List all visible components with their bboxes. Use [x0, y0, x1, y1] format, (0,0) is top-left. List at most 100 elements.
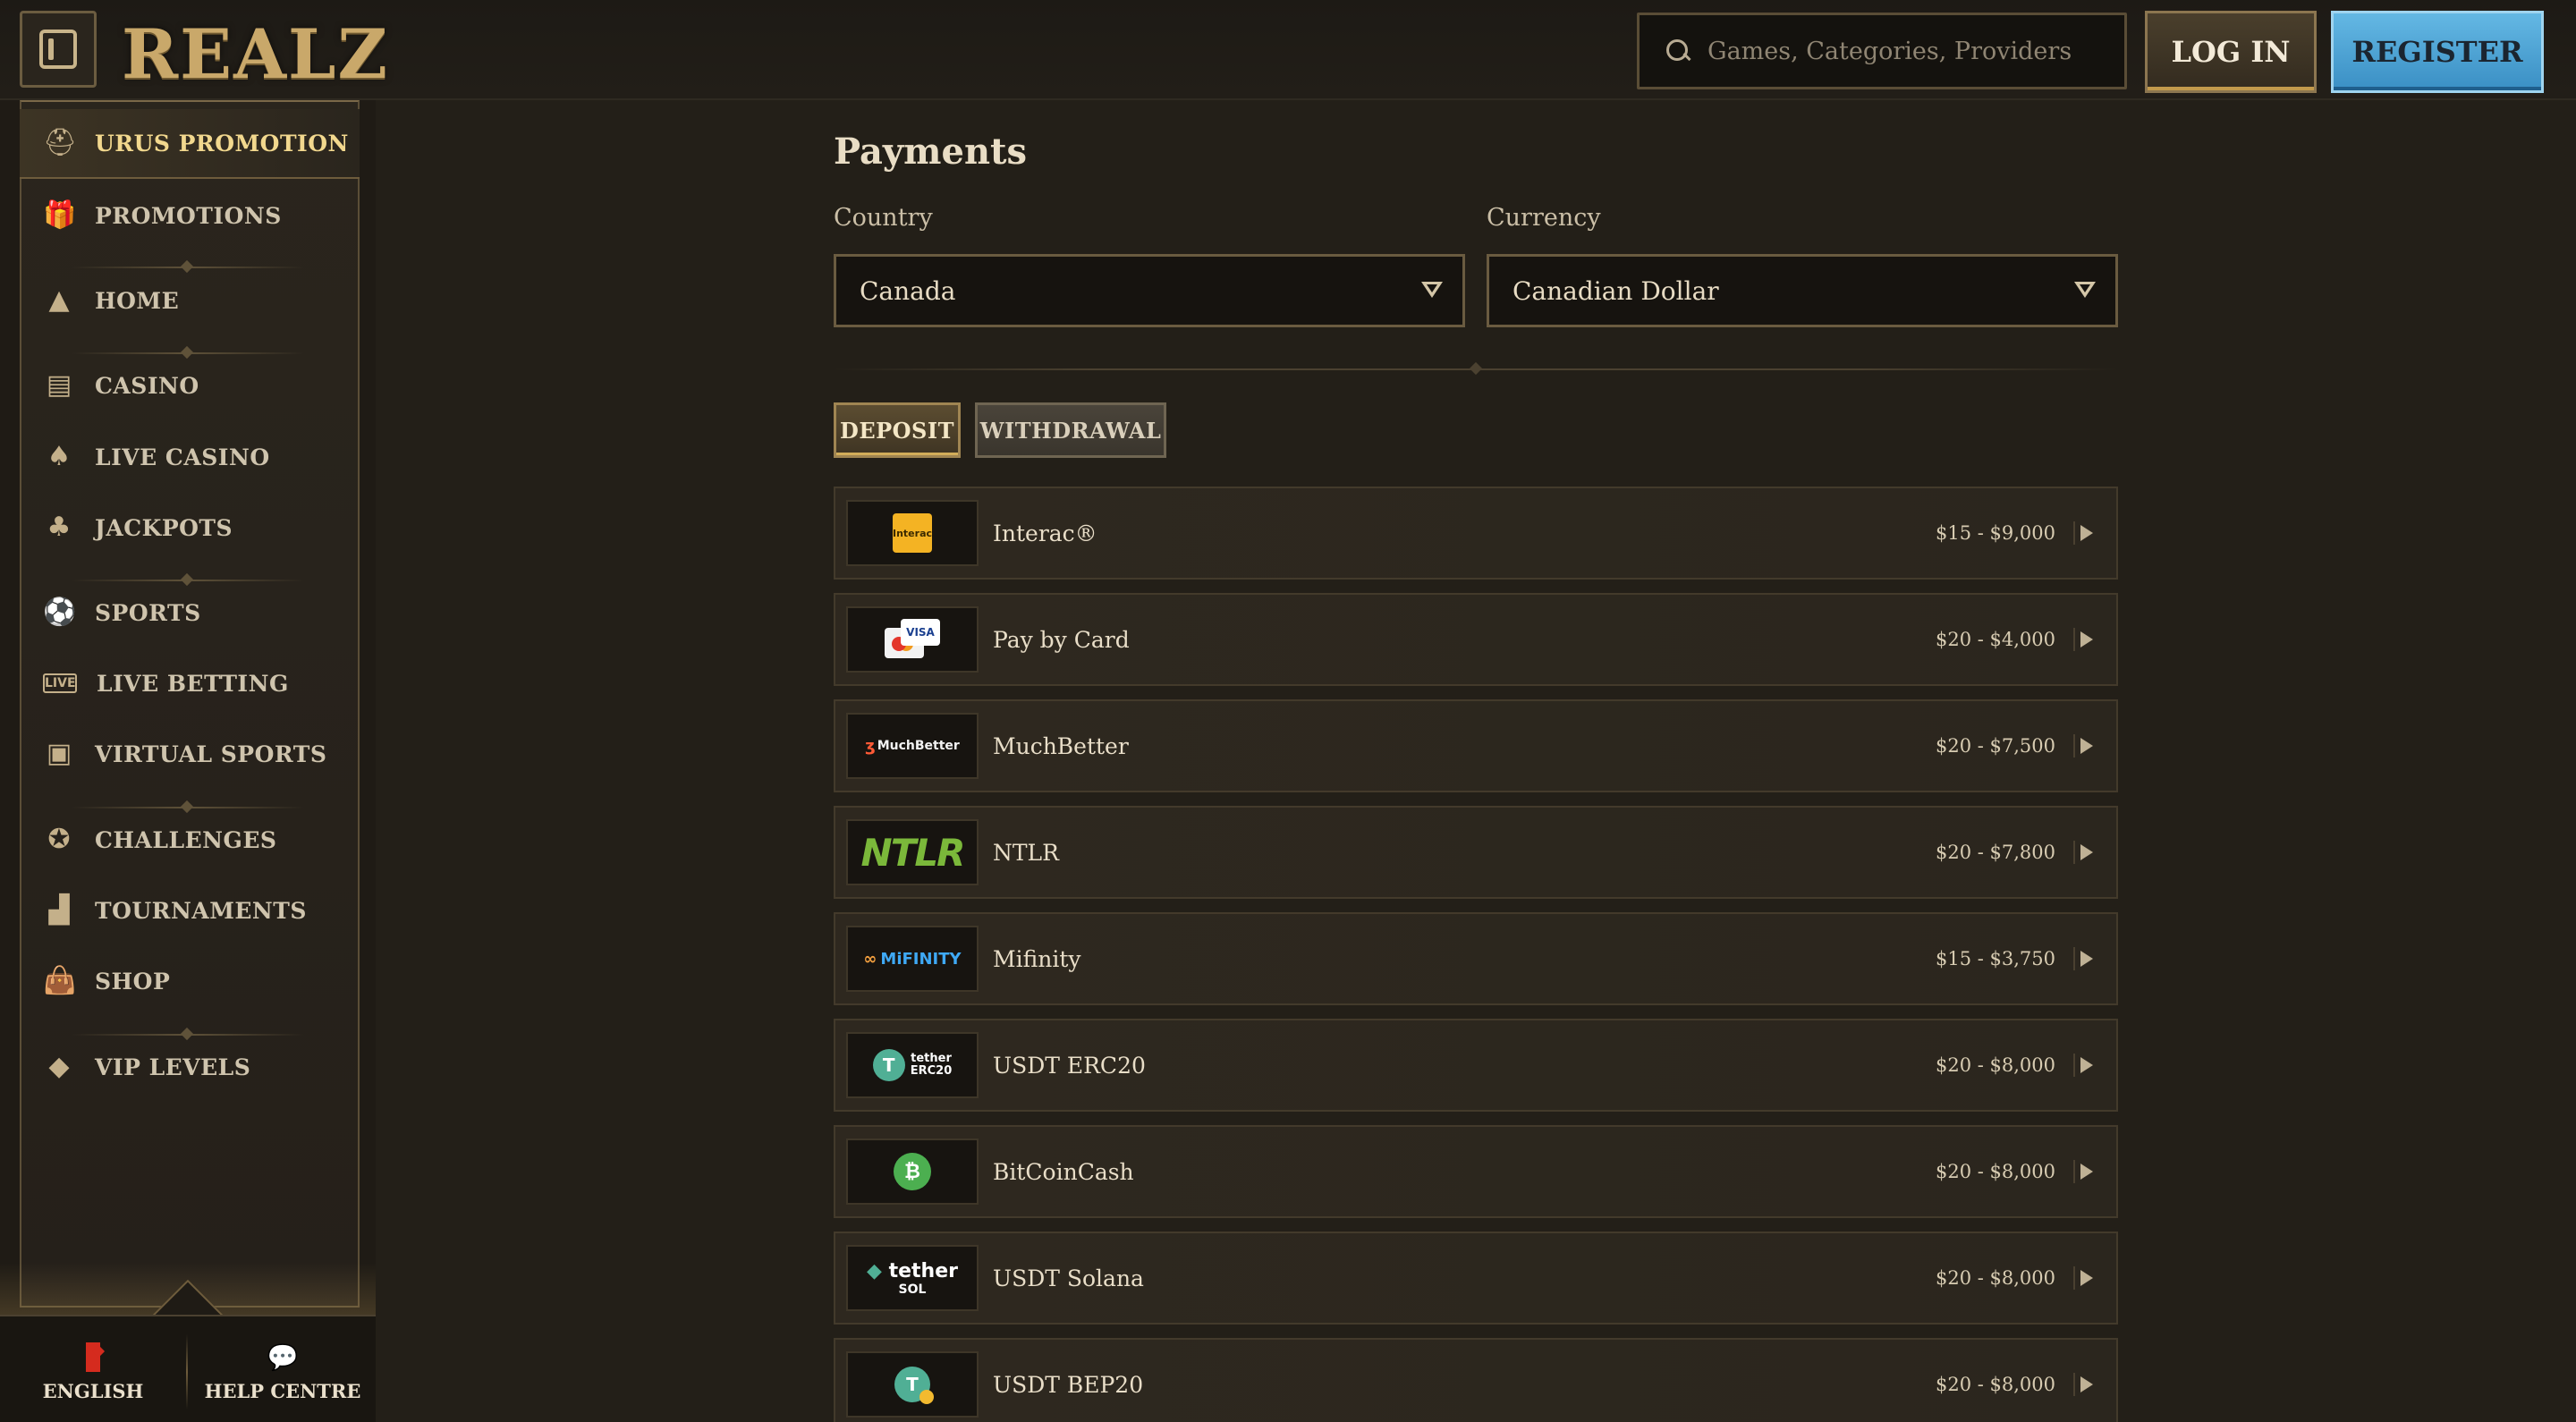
search-box[interactable] [1637, 13, 2127, 89]
payment-method-name: USDT ERC20 [993, 1052, 1146, 1079]
play-arrow-icon [2073, 1266, 2097, 1290]
currency-value: Canadian Dollar [1513, 275, 1719, 306]
payment-range: $15 - $3,750 [1935, 948, 2055, 969]
payment-method-row[interactable]: ∞ MiFINITY Mifinity $15 - $3,750 [834, 912, 2118, 1005]
brand-logo[interactable]: REALZ [122, 14, 389, 94]
sidebar-item-label: SPORTS [95, 599, 201, 626]
canada-flag-icon [86, 1342, 100, 1373]
ball-icon: ⚽ [43, 597, 77, 628]
play-arrow-icon [2073, 521, 2097, 545]
play-arrow-icon [2073, 947, 2097, 970]
section-divider [834, 368, 2118, 370]
play-arrow-icon [2073, 1054, 2097, 1077]
payment-method-row[interactable]: ₿ BitCoinCash $20 - $8,000 [834, 1125, 2118, 1218]
payment-method-row[interactable]: ʒ MuchBetter MuchBetter $20 - $7,500 [834, 699, 2118, 792]
sidebar-item-label: PROMOTIONS [95, 202, 282, 229]
payment-method-row[interactable]: VISA Pay by Card $20 - $4,000 [834, 593, 2118, 686]
payment-method-name: Pay by Card [993, 626, 1130, 653]
gift-icon: 🎁 [43, 199, 77, 231]
tab-withdrawal[interactable]: WITHDRAWAL [975, 402, 1166, 458]
country-value: Canada [860, 275, 956, 306]
play-arrow-icon [2073, 1373, 2097, 1396]
sidebar-item-label: URUS PROMOTION [95, 130, 349, 157]
sidebar-item-sports[interactable]: ⚽ SPORTS [20, 578, 360, 648]
sidebar-item-urus-promotion[interactable]: ⛑ URUS PROMOTION [20, 109, 360, 179]
search-input[interactable] [1707, 37, 2101, 65]
mifinity-logo: ∞ MiFINITY [846, 926, 979, 992]
sidebar-item-casino[interactable]: ▤ CASINO [20, 351, 360, 420]
help-label: HELP CENTRE [204, 1379, 361, 1402]
country-select[interactable]: Canada [834, 254, 1465, 327]
live-badge-icon: LIVE [43, 673, 77, 693]
sidebar-item-label: LIVE BETTING [97, 670, 289, 697]
payment-range: $20 - $4,000 [1935, 629, 2055, 650]
currency-select[interactable]: Canadian Dollar [1487, 254, 2118, 327]
playing-card-icon: ♠ [47, 441, 72, 472]
chat-bubble-icon: 💬 [267, 1342, 299, 1372]
payment-range: $20 - $8,000 [1935, 1054, 2055, 1076]
sidebar-item-promotions[interactable]: 🎁 PROMOTIONS [20, 181, 360, 250]
card-logo: VISA [846, 606, 979, 673]
sidebar-item-challenges[interactable]: ✪ CHALLENGES [20, 805, 360, 875]
payment-method-row[interactable]: NTLR NTLR $20 - $7,800 [834, 806, 2118, 899]
register-button[interactable]: REGISTER [2331, 11, 2544, 93]
payment-range: $20 - $8,000 [1935, 1267, 2055, 1289]
payment-range: $20 - $7,500 [1935, 735, 2055, 757]
sidebar-item-label: CHALLENGES [95, 826, 277, 853]
sidebar: ⛑ URUS PROMOTION 🎁 PROMOTIONS ▲ HOME ▤ C… [0, 100, 376, 1422]
main-content: Payments Country Canada Currency Canadia… [376, 100, 2576, 1422]
sidebar-item-vip-levels[interactable]: ◆ VIP LEVELS [20, 1032, 360, 1102]
payment-method-name: MuchBetter [993, 732, 1129, 759]
play-arrow-icon [2073, 734, 2097, 758]
sidebar-item-label: LIVE CASINO [95, 444, 270, 470]
warrior-helmet-icon: ⛑ [43, 127, 78, 158]
sidebar-item-label: CASINO [95, 372, 199, 399]
tab-deposit[interactable]: DEPOSIT [834, 402, 961, 458]
sidebar-toggle-button[interactable] [20, 11, 97, 88]
payment-range: $20 - $8,000 [1935, 1374, 2055, 1395]
play-arrow-icon [2073, 841, 2097, 864]
help-centre-button[interactable]: 💬 HELP CENTRE [193, 1329, 372, 1415]
slot-machine-icon: ▤ [46, 369, 72, 401]
sidebar-item-live-casino[interactable]: ♠ LIVE CASINO [20, 422, 360, 492]
bitcoincash-logo: ₿ [846, 1138, 979, 1205]
chevron-down-icon [2074, 282, 2096, 300]
sidebar-ornament [0, 1263, 376, 1316]
payment-method-name: USDT Solana [993, 1265, 1144, 1291]
sidebar-item-label: VIP LEVELS [95, 1054, 251, 1080]
tether-bep20-logo: T [846, 1351, 979, 1418]
country-label: Country [834, 204, 933, 232]
sidebar-item-label: VIRTUAL SPORTS [95, 741, 327, 767]
sidebar-item-tournaments[interactable]: ▟ TOURNAMENTS [20, 876, 360, 945]
tether-sol-logo: ◆ tether SOL [846, 1245, 979, 1311]
payment-method-row[interactable]: Ttether ERC20 USDT ERC20 $20 - $8,000 [834, 1019, 2118, 1112]
language-button[interactable]: ENGLISH [4, 1329, 182, 1415]
payment-method-row[interactable]: T USDT BEP20 $20 - $8,000 [834, 1338, 2118, 1422]
payment-method-name: BitCoinCash [993, 1158, 1134, 1185]
sidebar-item-label: JACKPOTS [95, 514, 233, 541]
sidebar-item-jackpots[interactable]: ♣ JACKPOTS [20, 493, 360, 563]
medal-icon: ✪ [47, 824, 71, 855]
clover-icon: ♣ [47, 512, 72, 543]
sidebar-item-live-betting[interactable]: LIVE LIVE BETTING [20, 648, 360, 718]
currency-label: Currency [1487, 204, 1601, 232]
payment-method-row[interactable]: Interac Interac® $15 - $9,000 [834, 487, 2118, 580]
diamond-icon: ◆ [48, 1051, 70, 1082]
sidebar-footer: ENGLISH 💬 HELP CENTRE [0, 1315, 376, 1422]
sidebar-item-home[interactable]: ▲ HOME [20, 266, 360, 335]
search-icon [1663, 36, 1693, 66]
payment-method-name: USDT BEP20 [993, 1371, 1144, 1398]
payment-method-row[interactable]: ◆ tether SOL USDT Solana $20 - $8,000 [834, 1232, 2118, 1325]
interac-logo: Interac [846, 500, 979, 566]
payment-method-name: Interac® [993, 520, 1097, 546]
play-arrow-icon [2073, 1160, 2097, 1183]
sidebar-item-virtual-sports[interactable]: ▣ VIRTUAL SPORTS [20, 719, 360, 789]
payment-method-name: Mifinity [993, 945, 1081, 972]
page-title: Payments [834, 131, 1028, 173]
payment-range: $20 - $8,000 [1935, 1161, 2055, 1182]
sidebar-item-shop[interactable]: 👜 SHOP [20, 946, 360, 1016]
play-arrow-icon [2073, 628, 2097, 651]
top-header: REALZ LOG IN REGISTER [0, 0, 2576, 100]
chevron-down-icon [1421, 282, 1443, 300]
login-button[interactable]: LOG IN [2145, 11, 2317, 93]
